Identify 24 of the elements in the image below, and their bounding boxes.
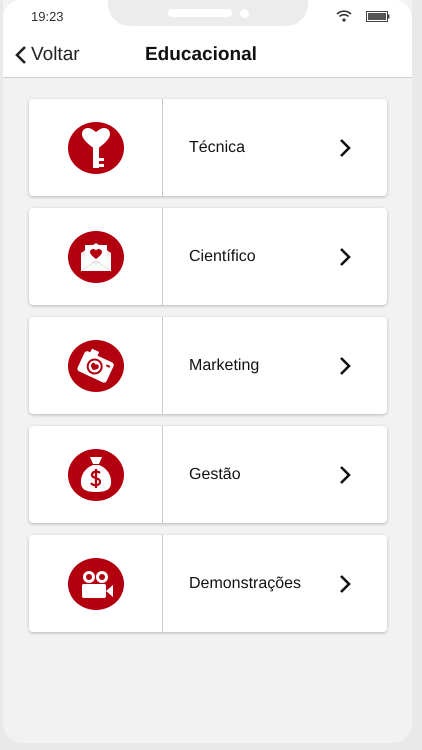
back-button[interactable]: Voltar <box>15 44 80 66</box>
chevron-right-icon <box>339 138 351 158</box>
category-card[interactable]: Técnica <box>29 99 387 196</box>
video-camera-icon <box>68 556 124 612</box>
key-icon <box>68 120 124 176</box>
chevron-left-icon <box>15 44 27 64</box>
category-card[interactable]: Gestão <box>29 426 387 523</box>
money-bag-icon <box>68 446 124 502</box>
category-label: Técnica <box>189 138 246 156</box>
chevron-right-icon <box>339 356 351 376</box>
category-label: Gestão <box>189 466 241 484</box>
status-time: 19:23 <box>31 8 64 24</box>
chevron-right-icon <box>339 246 351 266</box>
category-label: Demonstrações <box>189 574 302 592</box>
battery-icon <box>366 10 390 22</box>
chevron-right-icon <box>339 574 351 594</box>
wifi-icon <box>336 10 352 22</box>
chevron-right-icon <box>339 464 351 484</box>
category-card[interactable]: Demonstrações <box>29 535 387 632</box>
category-card[interactable]: Científico <box>29 208 387 305</box>
category-label: Marketing <box>189 356 260 374</box>
category-card[interactable]: Marketing <box>29 317 387 414</box>
category-label: Científico <box>189 248 256 266</box>
page-title: Educacional <box>145 44 257 66</box>
